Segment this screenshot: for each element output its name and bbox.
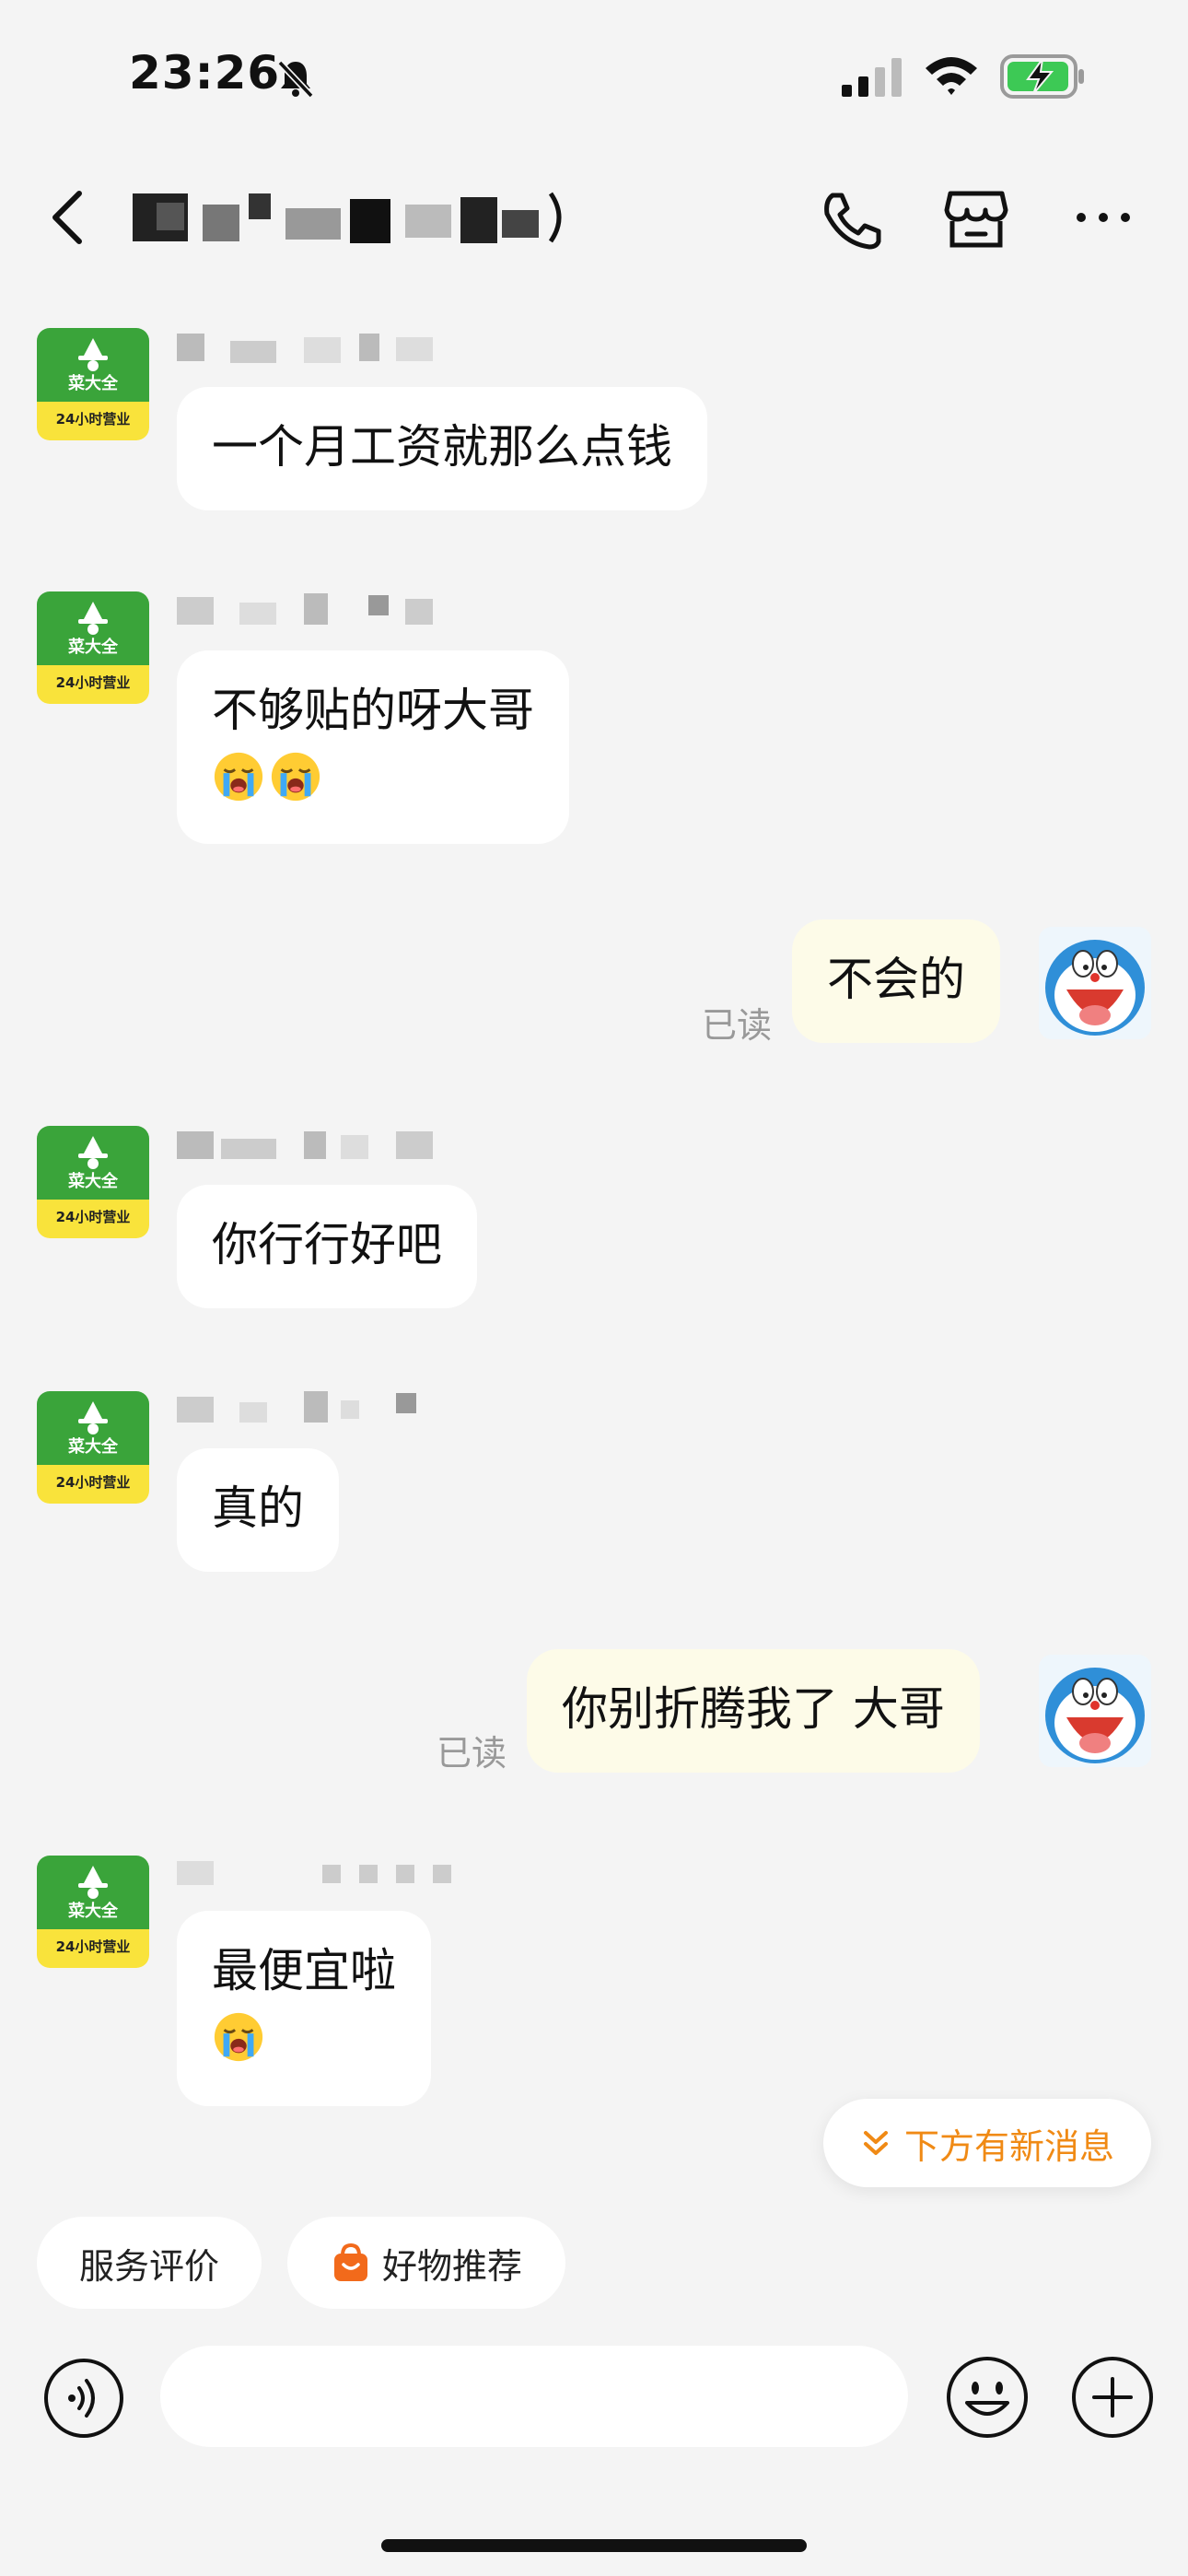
message-text: 不够贴的呀大哥 xyxy=(212,684,534,737)
shop-avatar-hours: 24小时营业 xyxy=(55,674,131,691)
shop-avatar-hours: 24小时营业 xyxy=(55,1938,131,1955)
more-options-icon[interactable] xyxy=(1074,208,1133,227)
voice-input-icon[interactable] xyxy=(42,2357,125,2440)
shop-avatar-name: 菜大全 xyxy=(68,1437,118,1457)
shop-logo-icon xyxy=(75,335,111,372)
message-text: 真的 xyxy=(212,1481,304,1535)
shop-avatar[interactable]: 菜大全 24小时营业 xyxy=(37,1126,149,1238)
message-text: 一个月工资就那么点钱 xyxy=(212,420,672,474)
message-bubble[interactable]: 一个月工资就那么点钱 xyxy=(177,387,707,510)
message-text: 不会的 xyxy=(827,953,965,1006)
shopping-bag-icon xyxy=(333,2242,367,2281)
read-receipt: 已读 xyxy=(702,1005,773,1046)
shop-avatar-name: 菜大全 xyxy=(68,374,118,393)
message-text: 你别折腾我了 大哥 xyxy=(562,1682,945,1736)
service-review-chip[interactable]: 服务评价 xyxy=(37,2217,262,2309)
home-indicator[interactable] xyxy=(381,2539,807,2552)
new-messages-label: 下方有新消息 xyxy=(903,2125,1114,2167)
sender-name-blurred xyxy=(177,1391,416,1423)
message-input[interactable] xyxy=(160,2346,908,2447)
chat-title-blurred xyxy=(133,192,562,243)
shop-avatar-name: 菜大全 xyxy=(68,1902,118,1921)
recommended-products-chip[interactable]: 好物推荐 xyxy=(287,2217,565,2309)
shop-avatar[interactable]: 菜大全 24小时营业 xyxy=(37,328,149,440)
read-receipt: 已读 xyxy=(437,1733,507,1774)
cellular-signal-icon xyxy=(842,58,902,97)
message-bubble[interactable]: 真的 xyxy=(177,1448,339,1572)
shop-avatar[interactable]: 菜大全 24小时营业 xyxy=(37,1856,149,1968)
wifi-icon xyxy=(926,57,977,95)
emoji-row xyxy=(212,750,534,805)
emoji-picker-icon[interactable] xyxy=(945,2355,1030,2440)
sender-name-blurred xyxy=(177,1861,451,1885)
message-text: 你行行好吧 xyxy=(212,1218,442,1271)
my-avatar[interactable] xyxy=(1039,1655,1151,1767)
message-bubble[interactable]: 最便宜啦 xyxy=(177,1911,431,2106)
shop-avatar-hours: 24小时营业 xyxy=(55,1209,131,1225)
shop-avatar-name: 菜大全 xyxy=(68,638,118,657)
my-message-bubble[interactable]: 不会的 xyxy=(792,919,1000,1043)
silent-bell-icon xyxy=(277,60,314,99)
my-avatar[interactable] xyxy=(1039,927,1151,1039)
shop-logo-icon xyxy=(75,599,111,636)
crying-face-icon xyxy=(212,750,265,803)
status-time: 23:26 xyxy=(129,46,281,100)
new-messages-below-button[interactable]: 下方有新消息 xyxy=(823,2099,1151,2187)
crying-face-icon xyxy=(212,2010,265,2064)
shop-logo-icon xyxy=(75,1399,111,1435)
message-bubble[interactable]: 不够贴的呀大哥 xyxy=(177,650,569,844)
shop-avatar-hours: 24小时营业 xyxy=(55,411,131,427)
crying-face-icon xyxy=(269,750,322,803)
store-icon[interactable] xyxy=(943,186,1009,251)
my-message-bubble[interactable]: 你别折腾我了 大哥 xyxy=(527,1649,980,1773)
back-arrow-icon[interactable] xyxy=(46,188,88,247)
message-bubble[interactable]: 你行行好吧 xyxy=(177,1185,477,1308)
phone-call-icon[interactable] xyxy=(818,190,886,251)
shop-avatar-hours: 24小时营业 xyxy=(55,1474,131,1491)
emoji-row xyxy=(212,2010,396,2066)
sender-name-blurred xyxy=(177,593,433,625)
shop-logo-icon xyxy=(75,1863,111,1900)
battery-charging-icon xyxy=(1000,54,1084,99)
shop-avatar[interactable]: 菜大全 24小时营业 xyxy=(37,591,149,704)
shop-logo-icon xyxy=(75,1133,111,1170)
shop-avatar[interactable]: 菜大全 24小时营业 xyxy=(37,1391,149,1504)
shop-avatar-name: 菜大全 xyxy=(68,1172,118,1191)
sender-name-blurred xyxy=(177,1131,433,1159)
service-review-label: 服务评价 xyxy=(78,2245,219,2287)
sender-name-blurred xyxy=(177,334,433,363)
add-more-icon[interactable] xyxy=(1070,2355,1155,2440)
double-chevron-down-icon xyxy=(863,2131,888,2155)
message-text: 最便宜啦 xyxy=(212,1944,396,1997)
recommended-products-label: 好物推荐 xyxy=(381,2245,522,2287)
